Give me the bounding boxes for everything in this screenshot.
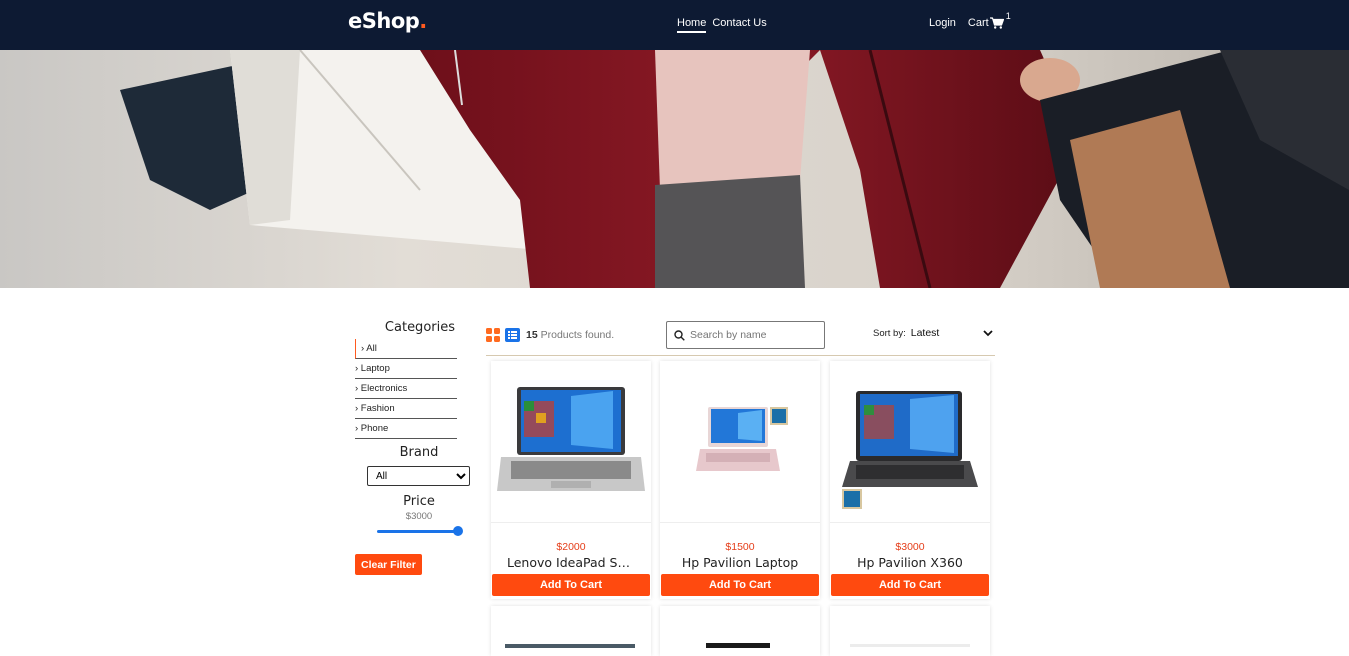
- nav-contact-us[interactable]: Contact Us: [712, 17, 766, 33]
- login-link[interactable]: Login: [929, 17, 956, 29]
- price-value: $3000: [405, 511, 433, 522]
- price-slider-thumb[interactable]: [453, 526, 463, 536]
- category-all[interactable]: › All: [355, 339, 457, 359]
- cart-count-badge: 1: [1005, 11, 1011, 21]
- products-found-label: Products found.: [540, 329, 615, 341]
- list-view-icon[interactable]: [505, 328, 520, 342]
- add-to-cart-button[interactable]: Add To Cart: [492, 574, 650, 596]
- brand-heading: Brand: [399, 445, 439, 460]
- nav-home[interactable]: Home: [677, 17, 707, 33]
- price-slider[interactable]: [377, 526, 463, 536]
- product-name[interactable]: Hp Pavilion X360: [830, 555, 990, 570]
- products-count: 15: [526, 329, 538, 341]
- product-card[interactable]: [660, 606, 820, 656]
- price-heading: Price: [403, 494, 435, 509]
- product-card[interactable]: $2000 Lenovo IdeaPad S150 Add To Cart: [491, 361, 651, 599]
- price-slider-track: [377, 530, 461, 533]
- filter-sidebar: Categories › All › Laptop › Electronics …: [355, 318, 473, 575]
- product-image: [850, 644, 970, 647]
- product-card[interactable]: [830, 606, 990, 656]
- sort-label: Sort by:: [873, 327, 906, 339]
- product-name[interactable]: Hp Pavilion Laptop: [660, 555, 820, 570]
- cart-label: Cart: [967, 17, 989, 29]
- header-actions: Login Cart 1: [929, 11, 1011, 29]
- product-card[interactable]: $1500 Hp Pavilion Laptop Add To Cart: [660, 361, 820, 599]
- category-laptop[interactable]: › Laptop: [355, 359, 457, 379]
- product-price: $1500: [725, 541, 755, 553]
- sort-control[interactable]: Sort by: Latest: [873, 327, 993, 339]
- search-icon: [674, 329, 685, 341]
- product-card[interactable]: [491, 606, 651, 656]
- shopping-woman-illustration: [0, 50, 1349, 288]
- sort-selected[interactable]: Latest: [911, 327, 940, 339]
- add-to-cart-button[interactable]: Add To Cart: [831, 574, 989, 596]
- laptop-hp-x360-illustration: [842, 391, 978, 509]
- laptop-hp-pavilion-illustration: [696, 407, 788, 471]
- view-toggle: [486, 328, 520, 342]
- product-image: [660, 361, 820, 523]
- product-price: $2000: [556, 541, 586, 553]
- logo[interactable]: eShop.: [348, 9, 427, 33]
- logo-text: eShop: [348, 9, 420, 33]
- grid-view-icon[interactable]: [486, 328, 500, 342]
- product-toolbar: 15 Products found. Sort by: Latest: [486, 321, 995, 356]
- chevron-down-icon[interactable]: [983, 329, 993, 337]
- add-to-cart-button[interactable]: Add To Cart: [661, 574, 819, 596]
- cart-icon: [989, 17, 1004, 29]
- laptop-lenovo-illustration: [497, 387, 645, 491]
- product-card[interactable]: $3000 Hp Pavilion X360 Add To Cart: [830, 361, 990, 599]
- category-fashion[interactable]: › Fashion: [355, 399, 457, 419]
- brand-select[interactable]: All: [367, 466, 470, 486]
- search-box[interactable]: [666, 321, 825, 349]
- search-input[interactable]: [690, 329, 820, 341]
- product-image: [505, 644, 635, 648]
- category-phone[interactable]: › Phone: [355, 419, 457, 439]
- cart-link[interactable]: Cart 1: [967, 11, 1011, 29]
- product-name[interactable]: Lenovo IdeaPad S150: [491, 555, 651, 570]
- main-nav: Home Contact Us: [677, 17, 767, 33]
- category-list: › All › Laptop › Electronics › Fashion ›…: [355, 339, 457, 439]
- logo-dot: .: [419, 9, 427, 33]
- category-electronics[interactable]: › Electronics: [355, 379, 457, 399]
- product-price: $3000: [895, 541, 925, 553]
- product-image: [706, 643, 770, 648]
- top-navbar: eShop. Home Contact Us Login Cart 1: [0, 0, 1349, 50]
- hero-banner-image: [0, 50, 1349, 288]
- products-found-text: 15 Products found.: [526, 329, 614, 341]
- product-image: [491, 361, 651, 523]
- product-image: [830, 361, 990, 523]
- clear-filter-button[interactable]: Clear Filter: [355, 554, 422, 575]
- categories-heading: Categories: [384, 320, 455, 335]
